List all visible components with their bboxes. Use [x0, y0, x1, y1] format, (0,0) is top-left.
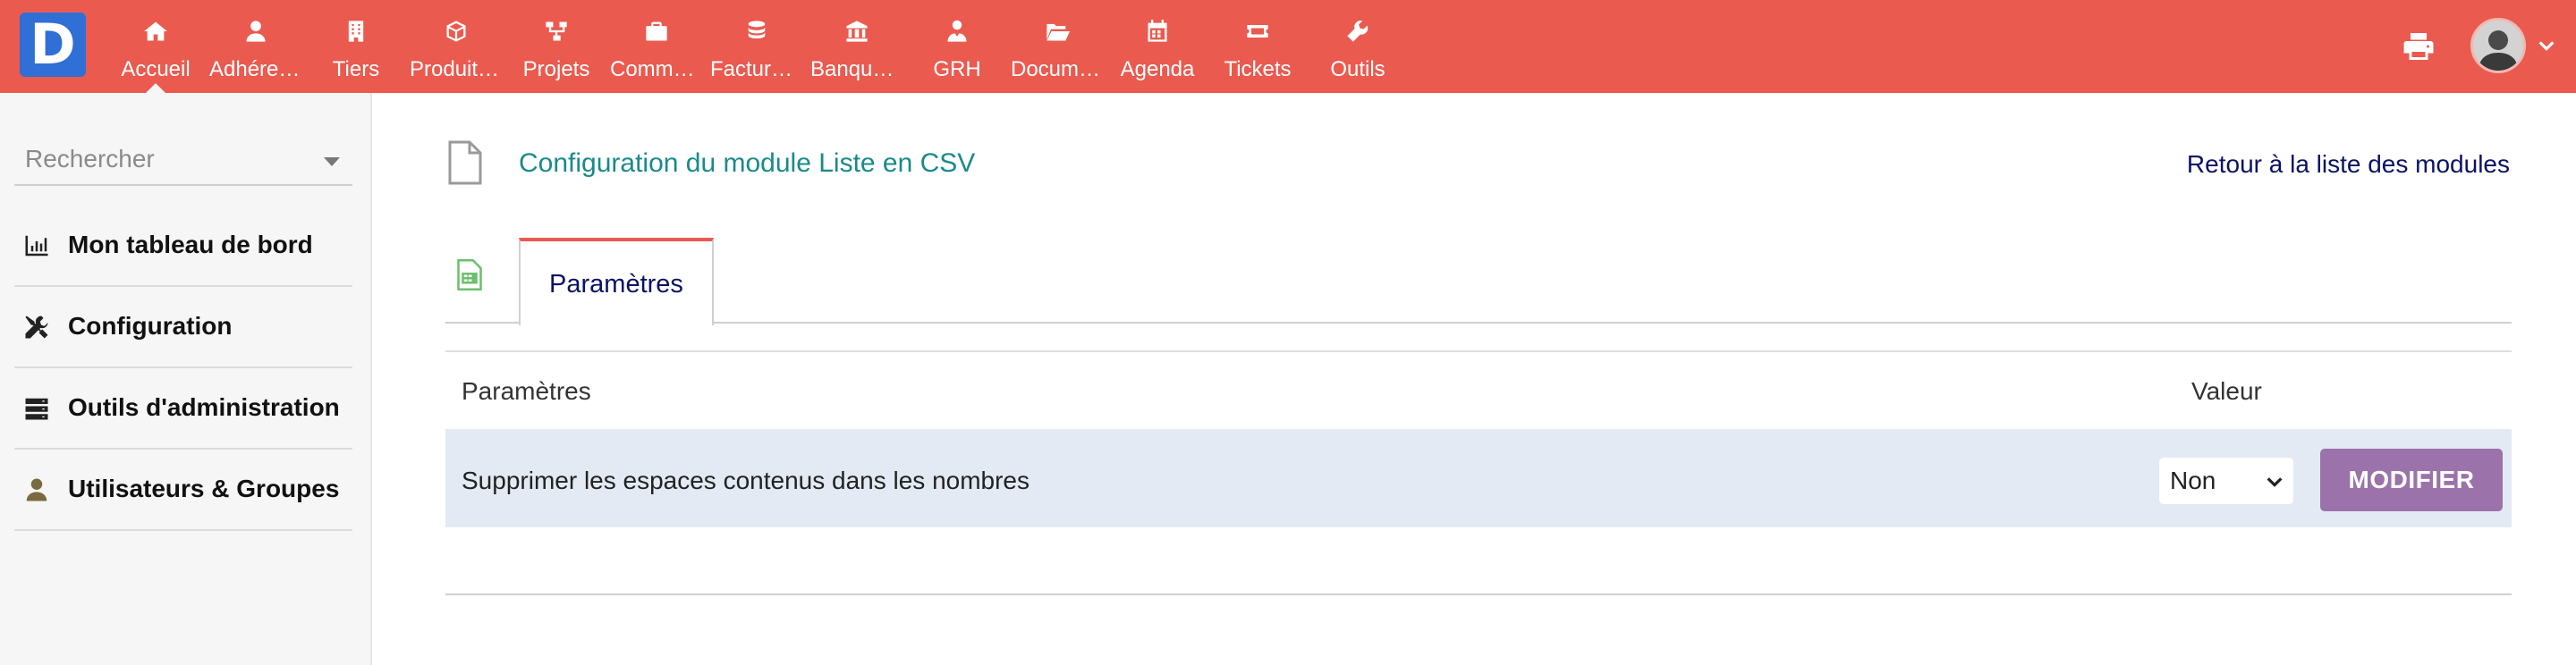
- modify-button[interactable]: MODIFIER: [2320, 449, 2503, 511]
- menu-item-label: GRH: [933, 57, 981, 81]
- table-header: Paramètres Valeur: [445, 352, 2512, 429]
- value-select[interactable]: Non: [2159, 458, 2293, 504]
- sidebar-item-label: Outils d'administration: [68, 393, 340, 421]
- file-icon: [448, 140, 482, 185]
- menu-item-label: Facturation | Paiement: [710, 57, 803, 81]
- calendar-icon: [1107, 16, 1208, 46]
- main-menu: Accueil Adhérents Tiers Produits | Servi…: [106, 0, 1408, 93]
- member-icon: [206, 16, 306, 46]
- user-icon: [23, 476, 50, 503]
- page-title: Configuration du module Liste en CSV: [519, 148, 976, 178]
- menu-item-documents[interactable]: Documents: [1007, 0, 1107, 93]
- home-icon: [106, 16, 206, 46]
- sidebar-item-dashboard[interactable]: Mon tableau de bord: [14, 206, 352, 287]
- building-icon: [306, 16, 406, 46]
- bank-icon: [807, 16, 907, 46]
- tab-parametres[interactable]: Paramètres: [519, 238, 714, 325]
- user-menu-button[interactable]: [2470, 18, 2560, 75]
- menu-item-facturation[interactable]: Facturation | Paiement: [707, 0, 807, 93]
- menu-item-label: Documents: [1011, 57, 1104, 81]
- server-icon: [23, 395, 50, 422]
- menu-item-produits[interactable]: Produits | Services: [406, 0, 506, 93]
- setting-label: Supprimer les espaces contenus dans les …: [462, 467, 1030, 494]
- sidebar-item-users-groups[interactable]: Utilisateurs & Groupes: [14, 450, 352, 531]
- back-to-modules-link[interactable]: Retour à la liste des modules: [2187, 150, 2510, 179]
- menu-item-banques[interactable]: Banques | Caisses: [807, 0, 907, 93]
- menu-item-label: Produits | Services: [410, 57, 503, 81]
- menu-item-grh[interactable]: GRH: [907, 0, 1007, 93]
- column-header-valeur: Valeur: [2191, 377, 2262, 405]
- main-content: Configuration du module Liste en CSV Ret…: [374, 93, 2576, 665]
- tools-icon: [23, 314, 50, 341]
- tab-label: Paramètres: [549, 270, 683, 299]
- sidebar-item-label: Configuration: [68, 312, 233, 340]
- cube-icon: [406, 16, 506, 46]
- menu-item-label: Banques | Caisses: [810, 57, 903, 81]
- menu-item-tickets[interactable]: Tickets: [1208, 0, 1308, 93]
- sidebar-item-label: Mon tableau de bord: [68, 231, 313, 258]
- settings-table: Paramètres Valeur Supprimer les espaces …: [445, 350, 2512, 527]
- print-icon[interactable]: [2402, 30, 2438, 63]
- menu-item-accueil[interactable]: Accueil: [106, 0, 206, 93]
- wrench-icon: [1308, 16, 1408, 46]
- menu-item-label: Agenda: [1120, 57, 1195, 81]
- sidebar-item-configuration[interactable]: Configuration: [14, 287, 352, 368]
- menu-item-label: Adhérents: [209, 57, 302, 81]
- menu-item-label: Accueil: [121, 57, 191, 81]
- sidebar-item-admin-tools[interactable]: Outils d'administration: [14, 368, 352, 450]
- top-navbar: D Accueil Adhérents Tiers Produits | Ser…: [0, 0, 2576, 93]
- tab-bar: Paramètres: [445, 234, 2512, 325]
- search-input[interactable]: Rechercher: [14, 136, 352, 186]
- ticket-icon: [1208, 16, 1308, 46]
- chevron-down-icon: [2538, 41, 2555, 51]
- divider: [445, 593, 2512, 595]
- menu-item-projets[interactable]: Projets: [506, 0, 606, 93]
- select-value: Non: [2170, 467, 2216, 494]
- menu-item-label: Projets: [522, 57, 590, 81]
- menu-item-tiers[interactable]: Tiers: [306, 0, 406, 93]
- user-avatar: [2470, 18, 2526, 73]
- csv-file-icon[interactable]: [456, 259, 483, 291]
- chevron-down-icon: [2267, 477, 2283, 487]
- briefcase-icon: [606, 16, 707, 46]
- user-tie-icon: [907, 16, 1007, 46]
- menu-item-label: Tickets: [1224, 57, 1292, 81]
- table-row: Supprimer les espaces contenus dans les …: [445, 429, 2512, 527]
- menu-item-outils[interactable]: Outils: [1308, 0, 1408, 93]
- menu-item-label: Tiers: [332, 57, 380, 81]
- chart-bar-icon: [23, 232, 50, 259]
- menu-item-adherents[interactable]: Adhérents: [206, 0, 306, 93]
- dropdown-caret-icon: [324, 157, 340, 166]
- search-placeholder: Rechercher: [25, 145, 155, 173]
- left-sidebar: Rechercher Mon tableau de bord Configura…: [0, 93, 372, 665]
- menu-item-label: Outils: [1330, 57, 1385, 81]
- menu-item-agenda[interactable]: Agenda: [1107, 0, 1208, 93]
- sidebar-item-label: Utilisateurs & Groupes: [68, 475, 340, 502]
- project-icon: [506, 16, 606, 46]
- column-header-parametres: Paramètres: [462, 377, 591, 405]
- coins-icon: [707, 16, 807, 46]
- app-logo[interactable]: D: [20, 13, 86, 77]
- sidebar-menu: Mon tableau de bord Configuration Outils…: [14, 206, 352, 531]
- menu-item-label: Commercial: [610, 57, 703, 81]
- menu-item-commercial[interactable]: Commercial: [606, 0, 707, 93]
- folder-open-icon: [1007, 16, 1107, 46]
